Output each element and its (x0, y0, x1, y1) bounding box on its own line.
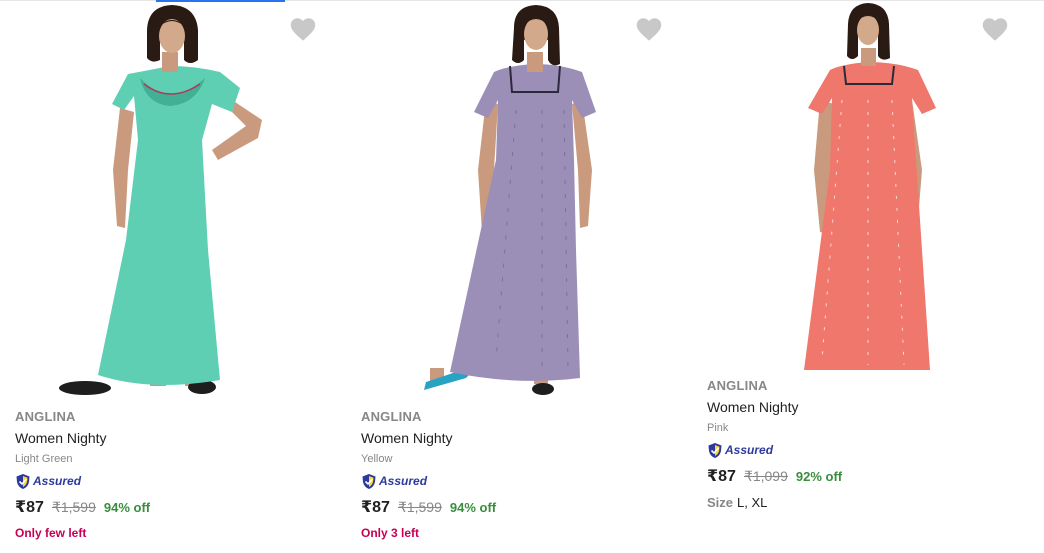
brand-name: ANGLINA (15, 409, 76, 424)
size-values: L, XL (737, 495, 768, 510)
product-image[interactable] (0, 0, 346, 400)
assured-label: Assured (33, 474, 82, 488)
price-row: ₹87 ₹1,599 94% off (361, 497, 496, 517)
discount-percent: 92% off (795, 469, 843, 484)
assured-label: Assured (725, 443, 774, 457)
assured-shield-icon (362, 473, 376, 489)
product-card[interactable]: ANGLINA Women Nighty Light Green Assured… (0, 0, 346, 553)
size-label: Size (707, 495, 734, 510)
assured-shield-icon (16, 473, 30, 489)
product-color: Pink (707, 422, 729, 434)
product-image[interactable] (346, 0, 692, 400)
product-title[interactable]: Women Nighty (361, 429, 496, 447)
brand-name: ANGLINA (707, 378, 768, 393)
price-row: ₹87 ₹1,099 92% off (707, 466, 842, 486)
product-info: ANGLINA Women Nighty Pink Assured ₹87 ₹1… (707, 378, 842, 511)
stock-status: Only few left (15, 526, 87, 540)
product-color: Light Green (15, 453, 73, 465)
original-price: ₹1,099 (743, 468, 788, 484)
selling-price: ₹87 (361, 499, 390, 516)
discount-percent: 94% off (103, 500, 151, 515)
discount-percent: 94% off (449, 500, 497, 515)
product-card[interactable]: ANGLINA Women Nighty Yellow Assured ₹87 … (346, 0, 692, 553)
wishlist-heart-icon[interactable] (289, 16, 317, 42)
assured-badge: Assured (15, 472, 150, 490)
selling-price: ₹87 (15, 499, 44, 516)
brand-name: ANGLINA (361, 409, 422, 424)
product-card[interactable]: ANGLINA Women Nighty Pink Assured ₹87 ₹1… (692, 0, 1044, 553)
selling-price: ₹87 (707, 468, 736, 485)
price-row: ₹87 ₹1,599 94% off (15, 497, 150, 517)
product-color: Yellow (361, 453, 393, 465)
assured-badge: Assured (707, 441, 842, 459)
product-title[interactable]: Women Nighty (707, 398, 842, 416)
product-title[interactable]: Women Nighty (15, 429, 150, 447)
stock-status: Only 3 left (361, 526, 420, 540)
size-options: Size L, XL (707, 495, 842, 511)
assured-label: Assured (379, 474, 428, 488)
assured-shield-icon (708, 442, 722, 458)
wishlist-heart-icon[interactable] (981, 16, 1009, 42)
product-info: ANGLINA Women Nighty Yellow Assured ₹87 … (361, 409, 496, 540)
product-info: ANGLINA Women Nighty Light Green Assured… (15, 409, 150, 540)
wishlist-heart-icon[interactable] (635, 16, 663, 42)
original-price: ₹1,599 (397, 499, 442, 515)
assured-badge: Assured (361, 472, 496, 490)
original-price: ₹1,599 (51, 499, 96, 515)
product-image[interactable] (692, 0, 1044, 400)
